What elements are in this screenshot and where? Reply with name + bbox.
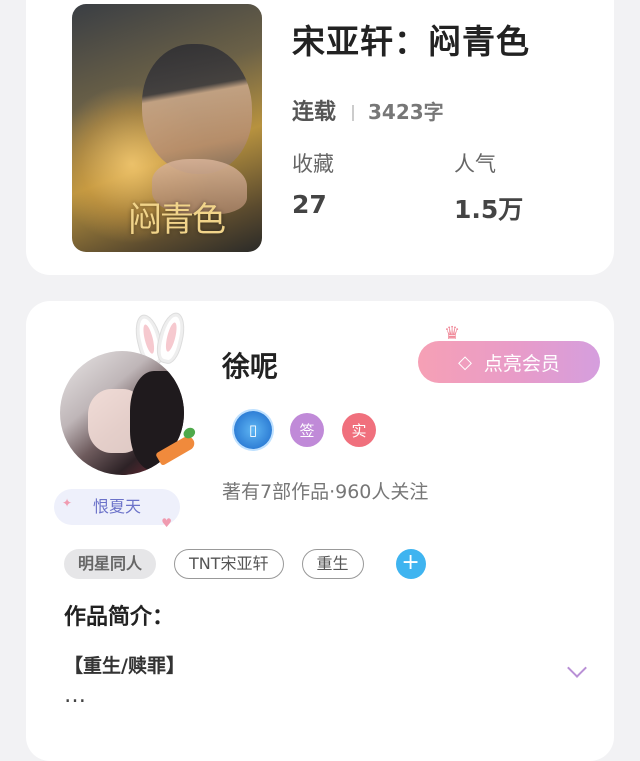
vip-button-label: 点亮会员 — [483, 352, 560, 375]
intro-title: 作品简介： — [64, 605, 175, 630]
tag-list: 明星同人 TNT宋亚轩 重生 + — [64, 549, 426, 579]
intro-ellipsis: … — [64, 683, 88, 708]
diamond-icon: ◇ — [458, 351, 472, 373]
sparkle-icon: ✦ — [62, 496, 73, 510]
serial-status: 连载 — [292, 100, 337, 125]
cover-portrait — [142, 44, 252, 174]
author-avatar-frame[interactable] — [56, 311, 206, 475]
book-cover-image[interactable]: 闷青色 — [72, 4, 262, 252]
add-tag-button[interactable]: + — [395, 549, 426, 579]
signed-badge-label: 签 — [299, 421, 315, 440]
popularity-stat: 人气 1.5万 — [454, 148, 523, 226]
author-name[interactable]: 徐呢 — [222, 345, 278, 385]
word-count: 3423字 — [368, 100, 444, 124]
nickname-badge-label: 恨夏天 — [92, 497, 141, 516]
author-works-followers: 著有7部作品·960人关注 — [222, 481, 429, 503]
favorites-label: 收藏 — [292, 152, 334, 176]
heart-icon: ♥ — [161, 516, 172, 530]
author-card: ✦ 恨夏天 ♥ 徐呢 ♛ ◇ 点亮会员 ▯ 签 实 著有7部作品·960人关注 … — [26, 301, 614, 761]
cover-title-art: 闷青色 — [128, 200, 226, 240]
signed-badge-icon[interactable]: 签 — [290, 413, 324, 447]
tag-item[interactable]: 重生 — [301, 549, 364, 579]
book-status-row: 连载 3423字 — [292, 94, 444, 126]
chevron-down-icon[interactable] — [567, 658, 587, 678]
nickname-badge: ✦ 恨夏天 ♥ — [54, 489, 180, 530]
intro-text: 【重生/赎罪】 — [64, 655, 185, 677]
favorites-stat: 收藏 27 — [292, 148, 334, 219]
verified-badge-label: 实 — [351, 421, 367, 440]
vip-button[interactable]: ◇ 点亮会员 — [418, 341, 600, 383]
author-badges: ▯ 签 实 — [234, 411, 376, 449]
book-title: 宋亚轩：闷青色 — [292, 22, 530, 61]
phone-badge-icon[interactable]: ▯ — [234, 411, 272, 449]
popularity-label: 人气 — [454, 152, 496, 176]
favorites-value: 27 — [292, 190, 327, 219]
bunny-ear-right — [154, 311, 188, 365]
tag-item[interactable]: TNT宋亚轩 — [174, 549, 284, 579]
tag-category[interactable]: 明星同人 — [64, 549, 157, 579]
popularity-value: 1.5万 — [454, 195, 524, 224]
verified-badge-icon[interactable]: 实 — [342, 413, 376, 447]
status-divider — [352, 105, 355, 121]
book-info-card: 闷青色 宋亚轩：闷青色 连载 3423字 收藏 27 人气 1.5万 — [26, 0, 614, 275]
